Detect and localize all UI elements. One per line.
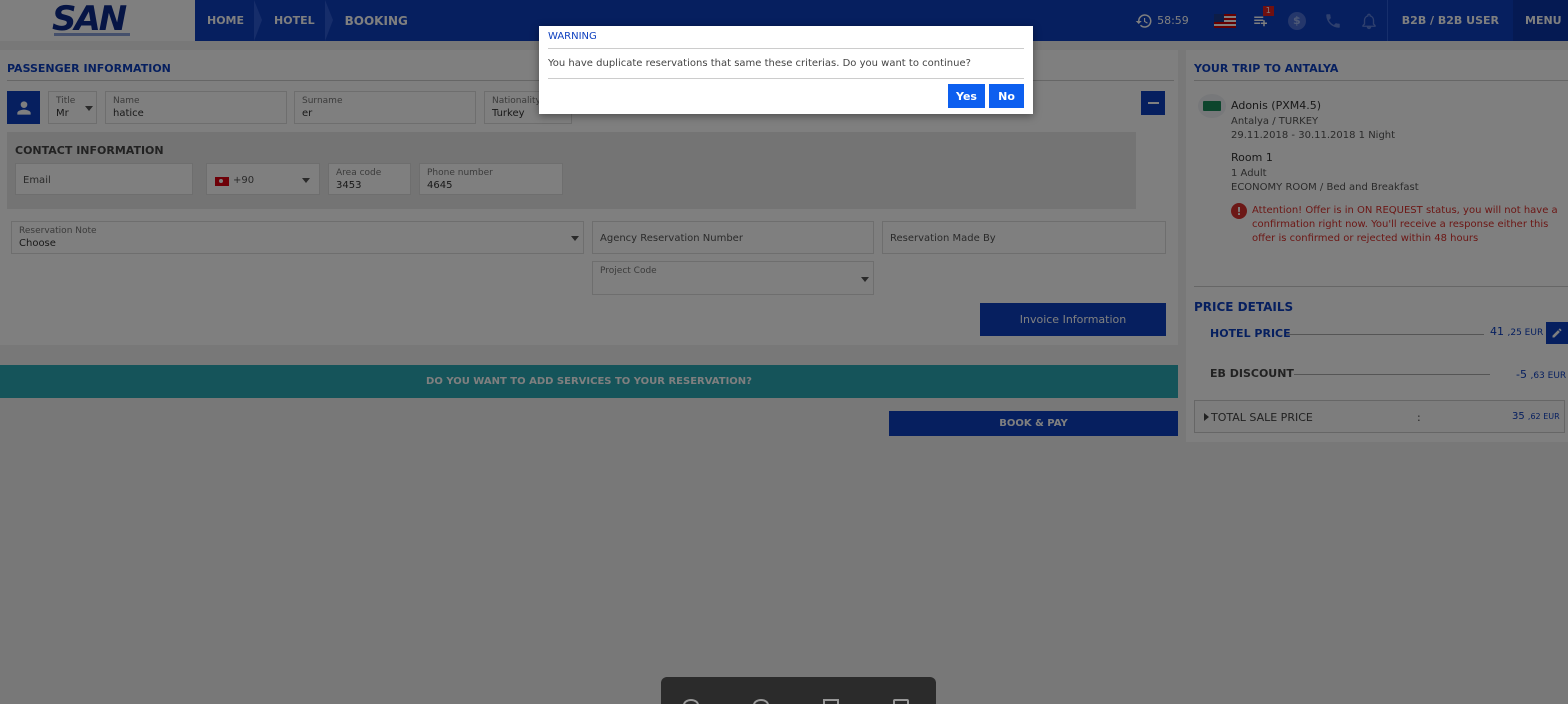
no-button[interactable]: No <box>989 84 1024 108</box>
toolbar-icon[interactable] <box>753 699 769 704</box>
dialog-divider <box>548 48 1024 49</box>
dialog-divider <box>548 78 1024 79</box>
warning-dialog: WARNING You have duplicate reservations … <box>539 26 1033 114</box>
dialog-title: WARNING <box>548 31 597 42</box>
toolbar-icon[interactable] <box>893 699 909 704</box>
dialog-message: You have duplicate reservations that sam… <box>548 58 971 69</box>
toolbar-icon[interactable] <box>823 699 839 704</box>
yes-button[interactable]: Yes <box>948 84 985 108</box>
toolbar-icon[interactable] <box>683 699 699 704</box>
floating-toolbar <box>661 677 936 704</box>
